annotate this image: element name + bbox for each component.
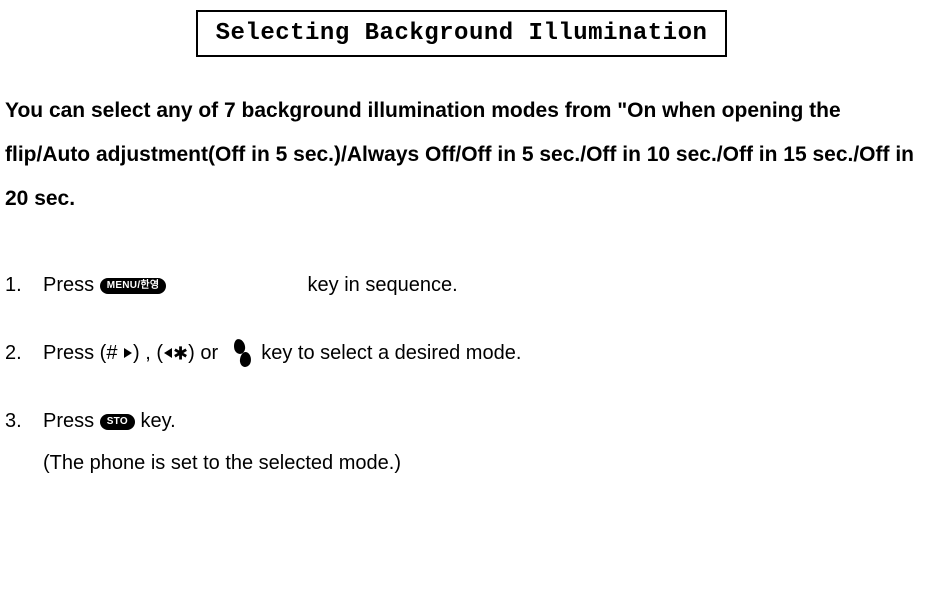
intro-paragraph: You can select any of 7 background illum… (5, 89, 918, 221)
section-title: Selecting Background Illumination (196, 10, 728, 57)
step-2-post: key to select a desired mode. (256, 342, 522, 364)
menu-key-icon: MENU/한영 (100, 278, 167, 294)
step-1-pre: Press (43, 274, 100, 296)
step-2-mid2: ) or (188, 342, 224, 364)
step-3: Press STO key. (The phone is set to the … (5, 405, 918, 479)
step-2-mid1: ) , ( (133, 342, 163, 364)
volume-key-icon (227, 339, 253, 369)
step-3-pre: Press (43, 410, 100, 432)
step-2-pre: Press (# (43, 342, 123, 364)
sto-key-icon: STO (100, 414, 135, 430)
instruction-list: Press MENU/한영 key in sequence. Press (# … (5, 269, 918, 479)
step-1-post: key in sequence. (308, 274, 458, 296)
step-2: Press (# ) , ( ✱) or key to select a desi… (5, 337, 918, 369)
left-triangle-icon (164, 348, 172, 358)
step-3-post: key. (141, 410, 176, 432)
step-1: Press MENU/한영 key in sequence. (5, 269, 918, 301)
asterisk-icon: ✱ (173, 344, 188, 364)
step-3-note: (The phone is set to the selected mode.) (43, 447, 918, 479)
right-triangle-icon (124, 348, 132, 358)
